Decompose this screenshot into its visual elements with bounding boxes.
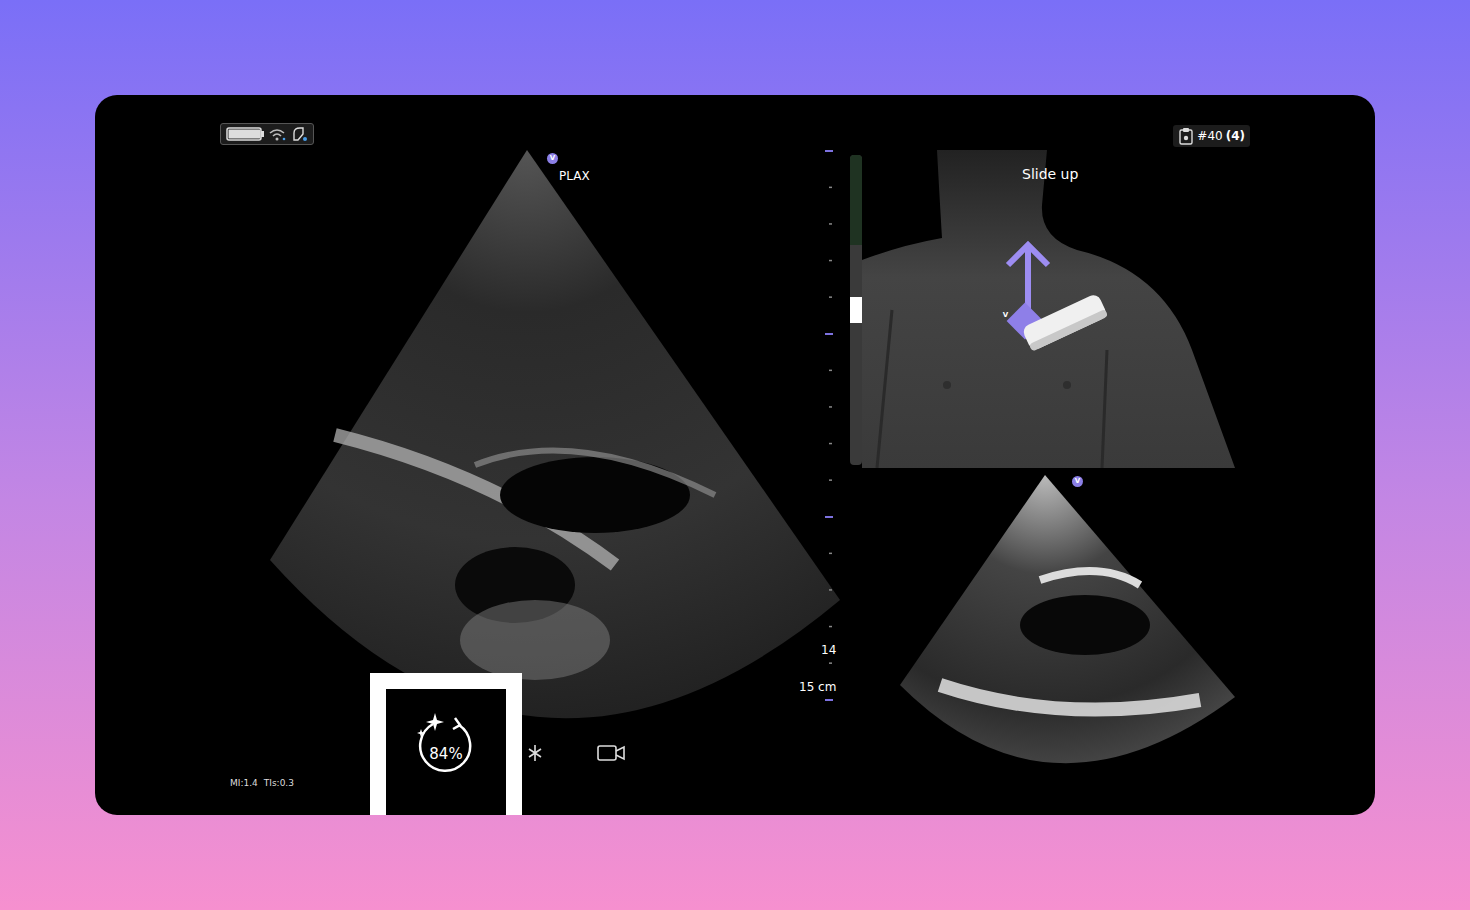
probe-marker: V <box>1000 310 1011 321</box>
auto-reading: 84% <box>429 745 462 763</box>
scanner-screen: VPLAX1415 cm84%MI:1.4TIs:0.3#40(4)Slide … <box>95 95 1375 815</box>
probe-guidance: Slide up V <box>862 150 1235 468</box>
guidance-pane: #40 (4) Slide up V V <box>845 95 1375 815</box>
freeze-icon[interactable] <box>527 743 543 763</box>
clip-counter[interactable]: #40 (4) <box>1173 125 1250 147</box>
thermal-index: TIs:0.3 <box>264 778 294 788</box>
quality-meter <box>850 155 862 465</box>
meter-zone <box>850 155 862 245</box>
reference-ultrasound-image <box>900 475 1235 795</box>
view-label: PLAX <box>559 169 590 183</box>
page: VPLAX1415 cm84%MI:1.4TIs:0.3#40(4)Slide … <box>0 0 1470 910</box>
clip-number: #40 <box>1197 129 1222 143</box>
reference-view: V <box>900 475 1235 795</box>
status-bar <box>220 123 314 145</box>
depth-scale <box>817 145 837 705</box>
depth-label: 14 <box>821 643 836 657</box>
wifi-icon <box>268 127 286 141</box>
live-pane: VPLAX 14 15 cm 84% MI:1.4 TIs:0.3 <box>95 95 845 815</box>
torso-illustration <box>862 150 1235 468</box>
clipboard-icon <box>1178 127 1194 145</box>
video-camera-icon[interactable] <box>597 744 625 762</box>
probe-icon <box>290 126 308 142</box>
clip-count: (4) <box>1226 129 1245 143</box>
mechanical-index: MI:1.4 <box>230 778 258 788</box>
depth-label: 15 cm <box>799 680 836 694</box>
reference-marker: V <box>1072 476 1083 487</box>
orientation-marker: V <box>547 153 558 164</box>
meter-indicator <box>850 297 862 323</box>
guidance-instruction: Slide up <box>1022 166 1078 182</box>
battery-icon <box>226 127 264 141</box>
auto-optimize-button[interactable]: 84% <box>370 673 522 815</box>
output-readings: MI:1.4 TIs:0.3 <box>230 778 294 788</box>
